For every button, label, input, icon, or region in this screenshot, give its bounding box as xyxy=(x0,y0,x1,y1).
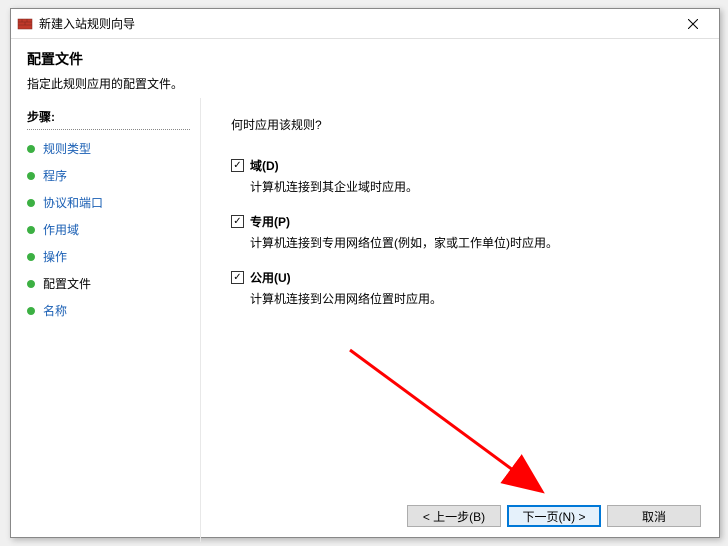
step-label: 名称 xyxy=(43,302,67,319)
cancel-button[interactable]: 取消 xyxy=(607,505,701,527)
bullet-icon xyxy=(27,199,35,207)
step-label: 规则类型 xyxy=(43,140,91,157)
option-private: ✓ 专用(P) 计算机连接到专用网络位置(例如，家或工作单位)时应用。 xyxy=(231,213,699,251)
step-profile[interactable]: 配置文件 xyxy=(27,275,200,292)
page-title: 配置文件 xyxy=(27,49,703,69)
checkbox-public[interactable]: ✓ xyxy=(231,271,244,284)
step-label: 程序 xyxy=(43,167,67,184)
window-title: 新建入站规则向导 xyxy=(39,15,673,32)
close-icon xyxy=(688,19,698,29)
wizard-header: 配置文件 指定此规则应用的配置文件。 xyxy=(11,39,719,98)
step-action[interactable]: 操作 xyxy=(27,248,200,265)
sidebar-divider xyxy=(27,129,190,130)
bullet-icon xyxy=(27,280,35,288)
checkbox-private[interactable]: ✓ xyxy=(231,215,244,228)
checkbox-desc: 计算机连接到公用网络位置时应用。 xyxy=(250,290,699,307)
option-domain: ✓ 域(D) 计算机连接到其企业域时应用。 xyxy=(231,157,699,195)
wizard-window: 新建入站规则向导 配置文件 指定此规则应用的配置文件。 步骤: 规则类型 程序 xyxy=(10,8,720,538)
wizard-footer: < 上一步(B) 下一页(N) > 取消 xyxy=(407,505,701,527)
step-protocol-ports[interactable]: 协议和端口 xyxy=(27,194,200,211)
step-label: 协议和端口 xyxy=(43,194,103,211)
bullet-icon xyxy=(27,307,35,315)
checkbox-label: 公用(U) xyxy=(250,269,291,286)
step-label: 作用域 xyxy=(43,221,79,238)
next-button[interactable]: 下一页(N) > xyxy=(507,505,601,527)
wizard-content: 何时应用该规则? ✓ 域(D) 计算机连接到其企业域时应用。 ✓ 专用(P) 计… xyxy=(201,98,719,542)
back-button[interactable]: < 上一步(B) xyxy=(407,505,501,527)
steps-sidebar: 步骤: 规则类型 程序 协议和端口 作用域 操作 xyxy=(11,98,201,542)
bullet-icon xyxy=(27,253,35,261)
step-program[interactable]: 程序 xyxy=(27,167,200,184)
firewall-icon xyxy=(17,16,33,32)
step-scope[interactable]: 作用域 xyxy=(27,221,200,238)
steps-heading: 步骤: xyxy=(27,108,200,125)
step-name[interactable]: 名称 xyxy=(27,302,200,319)
checkbox-row: ✓ 域(D) xyxy=(231,157,699,174)
step-rule-type[interactable]: 规则类型 xyxy=(27,140,200,157)
checkbox-label: 专用(P) xyxy=(250,213,290,230)
wizard-body: 步骤: 规则类型 程序 协议和端口 作用域 操作 xyxy=(11,98,719,542)
checkbox-row: ✓ 专用(P) xyxy=(231,213,699,230)
checkbox-row: ✓ 公用(U) xyxy=(231,269,699,286)
bullet-icon xyxy=(27,226,35,234)
content-question: 何时应用该规则? xyxy=(231,116,699,133)
page-desc: 指定此规则应用的配置文件。 xyxy=(27,75,703,92)
titlebar: 新建入站规则向导 xyxy=(11,9,719,39)
checkbox-domain[interactable]: ✓ xyxy=(231,159,244,172)
step-label: 操作 xyxy=(43,248,67,265)
option-public: ✓ 公用(U) 计算机连接到公用网络位置时应用。 xyxy=(231,269,699,307)
checkbox-desc: 计算机连接到其企业域时应用。 xyxy=(250,178,699,195)
close-button[interactable] xyxy=(673,10,713,38)
checkbox-label: 域(D) xyxy=(250,157,279,174)
checkbox-desc: 计算机连接到专用网络位置(例如，家或工作单位)时应用。 xyxy=(250,234,699,251)
bullet-icon xyxy=(27,145,35,153)
step-label: 配置文件 xyxy=(43,275,91,292)
bullet-icon xyxy=(27,172,35,180)
